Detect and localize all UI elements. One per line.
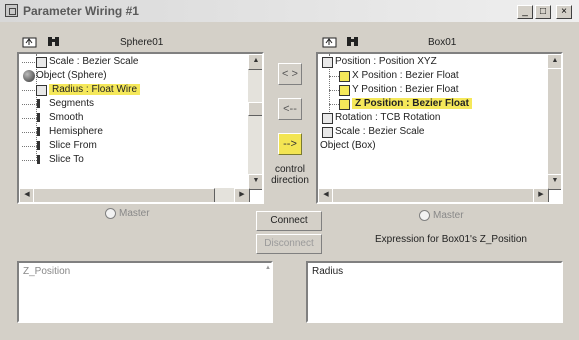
parent-folder-icon[interactable] [20,34,39,51]
window-title: Parameter Wiring #1 [23,4,139,18]
rotation-icon [322,113,333,124]
scroll-right-button[interactable]: ▶ [234,188,250,202]
left-object-name: Sphere01 [120,37,164,48]
left-tree-view[interactable]: Scale : Bezier Scale Object (Sphere) Rad… [17,52,264,204]
binoculars-icon[interactable] [343,34,362,51]
scroll-down-button[interactable]: ▼ [547,174,561,190]
tree-item[interactable]: Slice To [49,154,84,165]
tree-item[interactable]: Slice From [49,140,97,151]
left-master-radio[interactable] [105,208,116,219]
right-object-name: Box01 [428,37,457,48]
right-tree-view[interactable]: Position : Position XYZ X Position : Bez… [316,52,563,204]
connect-button[interactable]: Connect [256,211,322,231]
right-master-radio[interactable] [419,210,430,221]
left-direction-button[interactable]: <-- [278,98,302,120]
tree-item[interactable]: Object (Sphere) [36,70,107,81]
scroll-thumb[interactable] [332,188,534,202]
tree-item-selected[interactable]: Radius : Float Wire [49,84,141,95]
maximize-button[interactable]: □ [535,5,551,19]
control-direction-label: control direction [271,164,309,186]
tree-item[interactable]: Smooth [49,112,83,123]
scale-icon [36,57,47,68]
param-icon [37,155,40,164]
tree-item[interactable]: Rotation : TCB Rotation [335,112,440,123]
right-direction-button[interactable]: --> [278,133,302,155]
scale-icon [322,127,333,138]
tree-item[interactable]: Y Position : Bezier Float [352,84,459,95]
param-icon [37,141,40,150]
scroll-thumb[interactable] [547,68,561,176]
tree-item[interactable]: Position : Position XYZ [335,56,437,67]
disconnect-button[interactable]: Disconnect [256,234,322,254]
float-icon [339,71,350,82]
tree-item[interactable]: Scale : Bezier Scale [335,126,425,137]
close-button[interactable]: × [556,5,572,19]
scroll-thumb[interactable] [33,188,215,202]
left-expression-textbox[interactable]: Z_Position ▲ [17,261,273,323]
tree-item[interactable]: Scale : Bezier Scale [49,56,139,67]
float-icon [36,85,47,96]
horizontal-scrollbar[interactable]: ◀ ▶ [19,188,250,202]
tree-item[interactable]: Object (Box) [320,140,376,151]
tree-item[interactable]: Hemisphere [49,126,103,137]
parent-folder-icon[interactable] [320,34,339,51]
title-bar[interactable]: Parameter Wiring #1 _ □ × [0,0,579,22]
param-icon [37,127,40,136]
scroll-down-button[interactable]: ▼ [248,174,262,190]
tree-item-selected[interactable]: Z Position : Bezier Float [352,98,472,109]
vertical-scrollbar[interactable]: ▲ ▼ [547,54,561,190]
left-master-label: Master [119,208,150,219]
param-icon [37,99,40,108]
right-expression-textbox[interactable]: Radius [306,261,563,323]
scroll-thumb[interactable] [248,102,262,116]
float-icon [339,85,350,96]
position-icon [322,57,333,68]
minimize-button[interactable]: _ [517,5,533,19]
horizontal-scrollbar[interactable]: ◀ ▶ [318,188,549,202]
two-way-connection-button[interactable]: < > [278,63,302,85]
scroll-up-button[interactable]: ▲ [248,54,262,70]
param-icon [37,113,40,122]
vertical-scrollbar[interactable]: ▲ ▼ [248,54,262,190]
binoculars-icon[interactable] [44,34,63,51]
tree-item[interactable]: Segments [49,98,94,109]
expression-label: Expression for Box01's Z_Position [375,234,527,245]
scroll-right-button[interactable]: ▶ [533,188,549,202]
app-icon [5,4,18,17]
tree-item[interactable]: X Position : Bezier Float [352,70,459,81]
sphere-icon [23,70,35,82]
left-expression-text: Z_Position [23,266,71,277]
float-icon [339,99,350,110]
right-expression-text: Radius [312,266,344,277]
right-master-label: Master [433,210,464,221]
